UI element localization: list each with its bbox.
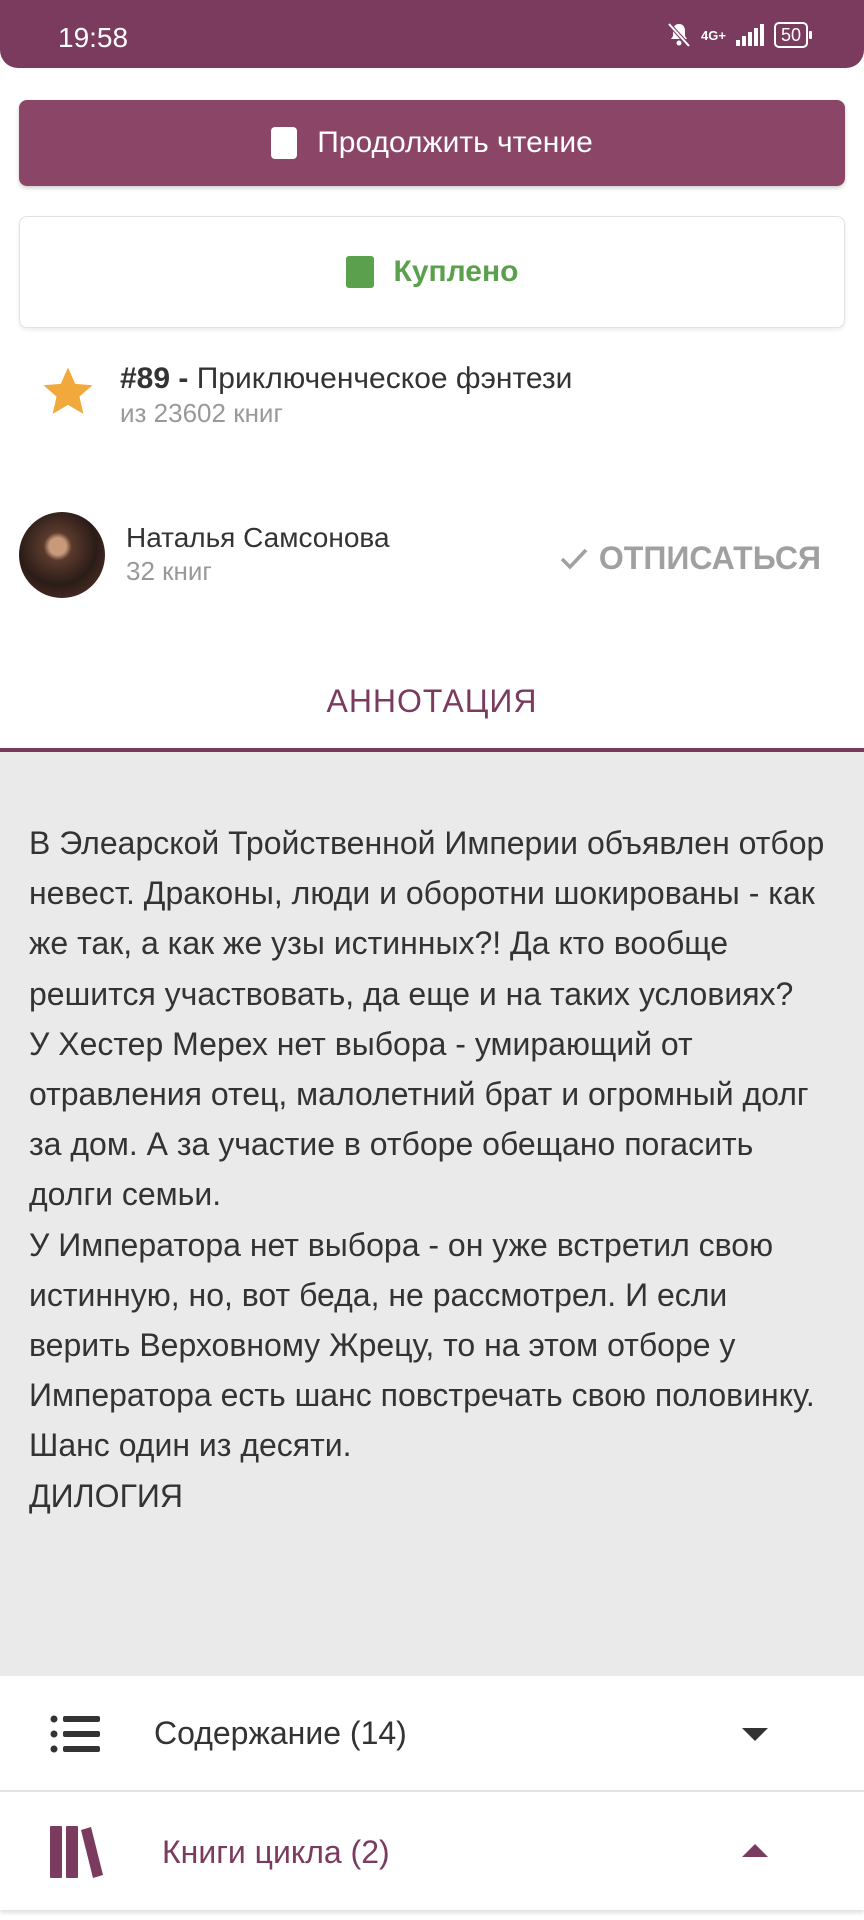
check-icon bbox=[560, 548, 588, 570]
tab-annotation[interactable]: АННОТАЦИЯ bbox=[0, 650, 864, 752]
bought-button[interactable]: Куплено bbox=[19, 216, 845, 328]
star-icon bbox=[43, 367, 93, 414]
rating-genre: Приключенческое фэнтези bbox=[196, 362, 573, 395]
battery-icon: 50 bbox=[773, 22, 813, 48]
annotation-text: В Элеарской Тройственной Империи объявле… bbox=[29, 825, 825, 1514]
bell-muted-icon bbox=[667, 22, 691, 48]
series-section[interactable]: Книги цикла (2) bbox=[0, 1794, 864, 1910]
author-name[interactable]: Наталья Самсонова bbox=[126, 522, 390, 554]
series-label: Книги цикла (2) bbox=[162, 1833, 390, 1870]
chevron-up-icon bbox=[742, 1844, 768, 1857]
book-icon bbox=[271, 127, 298, 159]
continue-reading-button[interactable]: Продолжить чтение bbox=[19, 100, 845, 186]
book-icon bbox=[345, 256, 374, 288]
rating-line: #89 - Приключенческое фэнтези bbox=[120, 362, 572, 396]
unsubscribe-label: ОТПИСАТЬСЯ bbox=[598, 540, 821, 576]
rating-total: из 23602 книг bbox=[120, 398, 283, 428]
bought-label: Куплено bbox=[393, 255, 519, 288]
network-type: 4G+ bbox=[701, 27, 726, 43]
signal-icon bbox=[735, 24, 764, 46]
author-book-count: 32 книг bbox=[126, 556, 212, 586]
status-icons: 4G+ 50 bbox=[667, 22, 813, 48]
rating-rank: #89 - bbox=[120, 362, 189, 395]
unsubscribe-button[interactable]: ОТПИСАТЬСЯ bbox=[559, 540, 821, 577]
status-time: 19:58 bbox=[58, 22, 129, 53]
tab-annotation-label: АННОТАЦИЯ bbox=[326, 682, 538, 719]
contents-section[interactable]: Содержание (14) bbox=[0, 1676, 864, 1792]
avatar[interactable] bbox=[19, 512, 105, 598]
books-icon bbox=[50, 1826, 103, 1878]
genre-rating[interactable]: #89 - Приключенческое фэнтези из 23602 к… bbox=[40, 362, 572, 429]
contents-label: Содержание (14) bbox=[154, 1714, 407, 1751]
author-block: Наталья Самсонова 32 книг ОТПИСАТЬСЯ bbox=[19, 512, 845, 602]
list-icon bbox=[50, 1715, 100, 1753]
annotation-panel: В Элеарской Тройственной Империи объявле… bbox=[0, 752, 864, 1676]
chevron-down-icon bbox=[742, 1728, 768, 1741]
continue-reading-label: Продолжить чтение bbox=[317, 126, 593, 159]
status-bar: 19:58 4G+ 50 bbox=[0, 0, 864, 68]
